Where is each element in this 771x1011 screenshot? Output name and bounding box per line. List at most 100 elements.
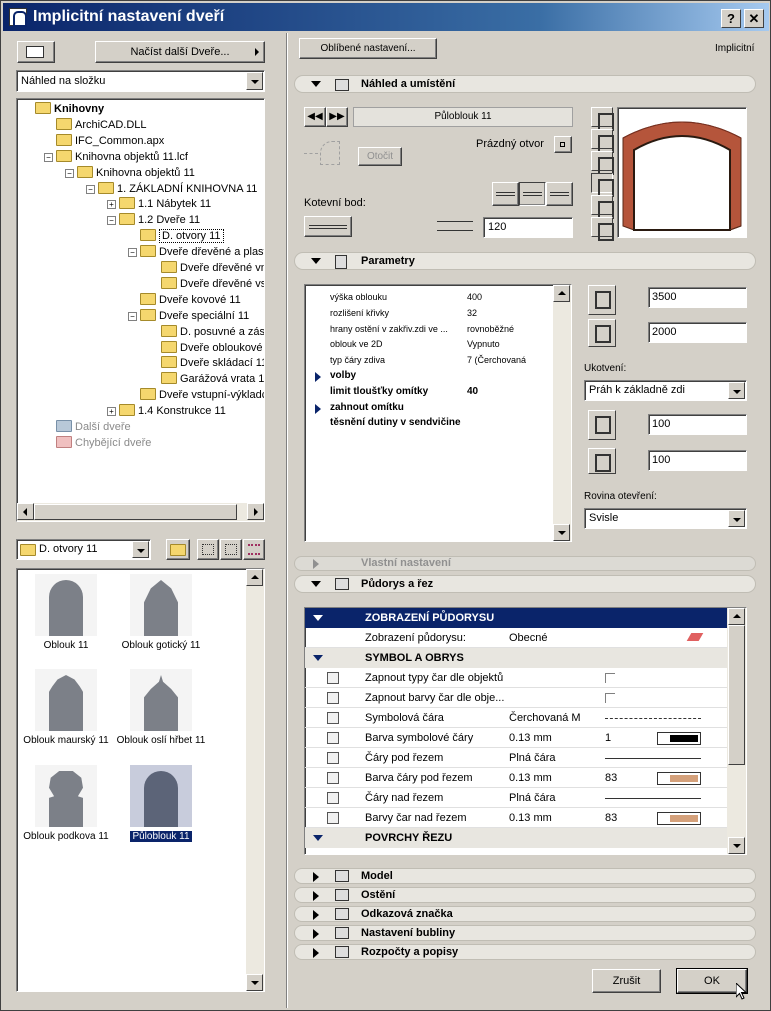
tree-item[interactable]: +1.4 Konstrukce 11 — [107, 403, 226, 419]
parameter-list[interactable]: výška oblouku 400 rozlišení křivky 32 hrany … — [304, 284, 572, 542]
empty-opening-checkbox[interactable] — [554, 136, 572, 153]
tree-item[interactable]: Dveře vstupní-výkladce : — [128, 387, 264, 403]
parameter-row[interactable]: zahnout omítku — [305, 400, 551, 416]
chevron-down-icon[interactable] — [132, 541, 149, 558]
tree-item[interactable]: Garážová vrata 11 — [149, 371, 264, 387]
next-object-button[interactable]: ▶▶ — [326, 107, 348, 127]
section-marker-header[interactable]: Odkazová značka — [294, 906, 756, 922]
tree-item[interactable]: Další dveře — [44, 419, 131, 435]
tree-item[interactable]: − Knihovna objektů 11.lcf — [44, 149, 188, 165]
section-floorplan-header[interactable]: Půdorys a řez — [294, 575, 756, 593]
expand-icon[interactable] — [315, 403, 321, 414]
object-label[interactable]: Oblouk 11 — [17, 640, 116, 652]
scroll-down-button[interactable] — [246, 974, 263, 991]
parameter-row[interactable]: rozlišení křivky 32 — [305, 305, 551, 321]
grid-header-cut-surfaces[interactable]: POVRCHY ŘEZU — [305, 828, 727, 848]
view-3d-button[interactable] — [591, 107, 614, 131]
align-interior-button[interactable] — [546, 182, 573, 206]
object-thumbnail[interactable] — [35, 574, 97, 636]
grid-row[interactable]: Symbolová čára Čerchovaná M — [305, 708, 727, 728]
tree-item[interactable]: D. posuvné a zásuvn — [149, 324, 264, 340]
object-label[interactable]: Půloblouk 11 — [111, 831, 211, 843]
grid-row[interactable]: Barvy čar nad řezem 0.13 mm 83 — [305, 808, 727, 828]
tree-item[interactable]: +1.1 Nábytek 11 — [107, 196, 211, 212]
chevron-down-icon[interactable] — [246, 72, 263, 90]
object-gallery[interactable]: Oblouk 11 Oblouk gotický 11 Oblouk maurský… — [16, 568, 265, 992]
scroll-down-button[interactable] — [728, 837, 745, 854]
section-bubble-header[interactable]: Nastavení bubliny — [294, 925, 756, 941]
expand-icon[interactable]: + — [107, 407, 116, 417]
cancel-button[interactable]: Zrušit — [592, 969, 661, 993]
large-icons-button[interactable] — [197, 539, 219, 560]
collapse-icon[interactable]: − — [86, 184, 95, 194]
object-thumbnail[interactable] — [35, 669, 97, 731]
collapse-icon[interactable]: − — [128, 248, 137, 258]
tree-item[interactable]: Dveře dřevěné vstup — [149, 276, 264, 292]
height-input[interactable]: 2000 — [648, 322, 747, 343]
view-section-button[interactable] — [591, 151, 614, 175]
pen-color-swatch[interactable] — [657, 732, 701, 745]
view-mode-button[interactable] — [17, 41, 55, 63]
param-scrollbar[interactable] — [553, 285, 571, 541]
previous-object-button[interactable]: ◀◀ — [304, 107, 326, 127]
object-label[interactable]: Oblouk oslí hřbet 11 — [111, 735, 211, 747]
tree-item[interactable]: − Knihovna objektů 11 — [65, 165, 195, 181]
grid-header-symbol[interactable]: SYMBOL A OBRYS — [305, 648, 727, 668]
view-elevation-button[interactable] — [591, 195, 614, 219]
anchoring-select[interactable]: Práh k základně zdi — [584, 380, 747, 401]
object-thumbnail[interactable] — [130, 765, 192, 827]
parameter-row[interactable]: volby — [305, 368, 551, 384]
section-preview-header[interactable]: Náhled a umístění — [294, 75, 756, 93]
object-label[interactable]: Oblouk gotický 11 — [111, 640, 211, 652]
horizontal-scrollbar[interactable] — [17, 503, 264, 521]
anchor-point-button[interactable] — [304, 216, 352, 237]
grid-row[interactable]: Čáry pod řezem Plná čára — [305, 748, 727, 768]
parameter-row[interactable]: typ čáry zdiva 7 (Čerchovaná — [305, 352, 551, 368]
object-thumbnail[interactable] — [130, 669, 192, 731]
view-select[interactable]: Náhled na složku — [16, 70, 265, 92]
object-label[interactable]: Oblouk maurský 11 — [17, 735, 116, 747]
grid-row[interactable]: Čáry nad řezem Plná čára — [305, 788, 727, 808]
collapse-icon[interactable]: − — [107, 216, 116, 226]
grid-header-floorplan[interactable]: ZOBRAZENÍ PŮDORYSU — [305, 608, 727, 628]
checkbox[interactable] — [605, 693, 615, 703]
expand-icon[interactable] — [315, 372, 321, 382]
scroll-right-button[interactable] — [247, 503, 264, 520]
scroll-up-button[interactable] — [728, 608, 745, 625]
view-list-button[interactable] — [591, 217, 614, 241]
collapse-icon[interactable]: − — [128, 311, 137, 321]
tree-item[interactable]: D. otvory 11 — [128, 228, 224, 244]
collapse-icon[interactable]: − — [65, 168, 74, 178]
tree-item[interactable]: − Dveře dřevěné a plastov — [128, 244, 264, 260]
tree-item[interactable]: Chybějící dveře — [44, 435, 151, 451]
folder-select[interactable]: D. otvory 11 — [16, 539, 151, 560]
sill-depth-input[interactable]: 100 — [648, 450, 747, 471]
chevron-down-icon[interactable] — [728, 382, 745, 399]
scroll-up-button[interactable] — [553, 285, 570, 302]
grid-row[interactable]: Zapnout typy čar dle objektů — [305, 668, 727, 688]
tree-item[interactable]: Dveře obloukové 11 — [149, 340, 264, 356]
panel-divider[interactable] — [286, 33, 288, 1008]
tree-item[interactable]: IFC_Common.apx — [44, 133, 164, 149]
help-button[interactable]: ? — [721, 9, 741, 28]
library-tree[interactable]: Knihovny ArchiCAD.DLL IFC_Common.apx − Kniho… — [16, 98, 265, 522]
section-listing-header[interactable]: Rozpočty a popisy — [294, 944, 756, 960]
anchor-offset-input[interactable]: 120 — [483, 217, 573, 238]
folder-up-button[interactable] — [166, 539, 190, 560]
gallery-scrollbar[interactable] — [246, 569, 264, 991]
view-plan-button[interactable] — [591, 129, 614, 153]
view-axono-button[interactable] — [591, 173, 614, 197]
collapse-icon[interactable]: − — [44, 152, 53, 162]
parameter-row[interactable]: oblouk ve 2D Vypnuto — [305, 336, 551, 352]
tree-item[interactable]: Knihovny — [23, 101, 104, 117]
chevron-down-icon[interactable] — [728, 510, 745, 527]
scroll-up-button[interactable] — [246, 569, 263, 586]
list-view-button[interactable] — [243, 539, 265, 560]
grid-row[interactable]: Barva symbolové čáry 0.13 mm 1 — [305, 728, 727, 748]
object-label[interactable]: Oblouk podkova 11 — [17, 831, 116, 843]
small-icons-button[interactable] — [220, 539, 242, 560]
title-bar[interactable]: Implicitní nastavení dveří ? ✕ — [3, 3, 769, 31]
parameter-row[interactable]: těsnění dutiny v sendvičine — [305, 415, 551, 431]
tree-item[interactable]: Dveře skládací 11 — [149, 355, 264, 371]
pen-color-swatch[interactable] — [657, 812, 701, 825]
